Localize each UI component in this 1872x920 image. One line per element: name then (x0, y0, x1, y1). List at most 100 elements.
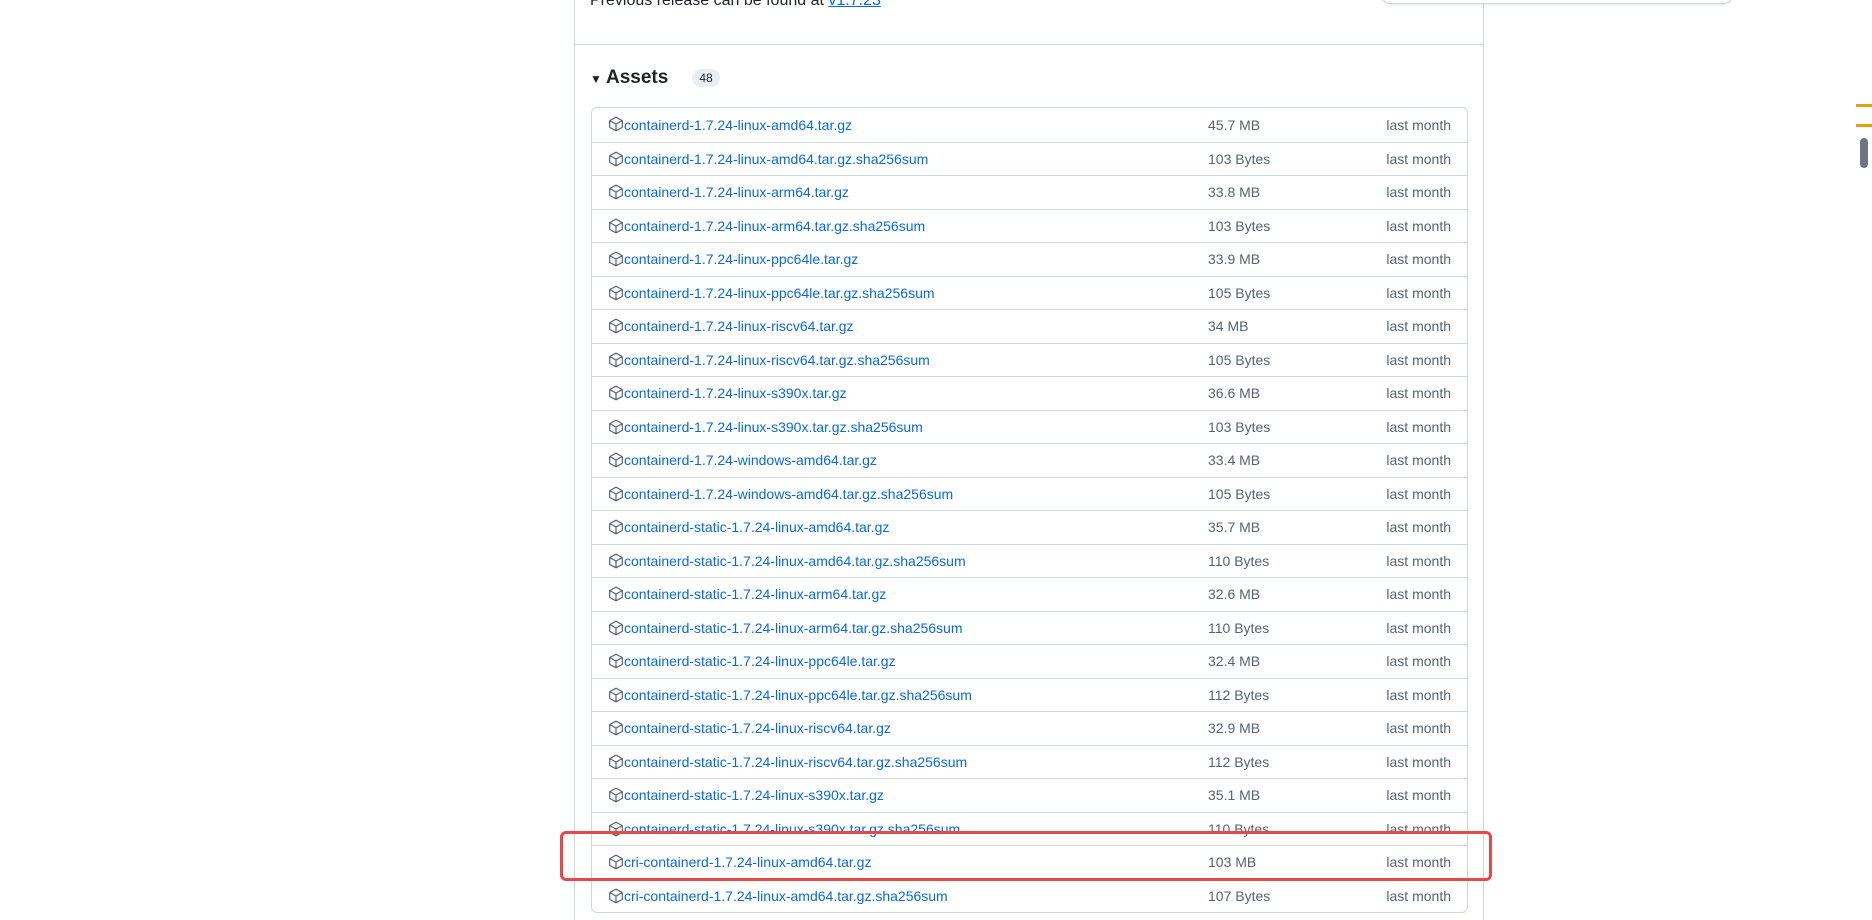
asset-size: 36.6 MB (1208, 385, 1261, 402)
asset-size: 103 Bytes (1208, 217, 1271, 234)
asset-row: containerd-static-1.7.24-linux-ppc64le.t… (592, 644, 1467, 678)
asset-download-link[interactable]: containerd-1.7.24-linux-amd64.tar.gz (624, 117, 852, 133)
asset-row: cri-containerd-1.7.24-linux-amd64.tar.gz… (592, 878, 1467, 913)
asset-updated-time: last month (1386, 452, 1451, 469)
asset-download-link[interactable]: containerd-static-1.7.24-linux-s390x.tar… (624, 821, 960, 837)
asset-updated-time: last month (1386, 150, 1451, 167)
asset-updated-time: last month (1386, 887, 1451, 904)
asset-download-link[interactable]: containerd-1.7.24-linux-arm64.tar.gz (624, 184, 849, 200)
asset-updated-time: last month (1386, 318, 1451, 335)
package-icon (608, 452, 624, 468)
asset-download-link[interactable]: containerd-1.7.24-linux-ppc64le.tar.gz.s… (624, 285, 935, 301)
asset-size: 34 MB (1208, 318, 1249, 335)
asset-download-link[interactable]: containerd-static-1.7.24-linux-riscv64.t… (624, 754, 967, 770)
page: Previous release can be found at v1.7.23… (0, 0, 1872, 920)
asset-size: 33.4 MB (1208, 452, 1261, 469)
asset-updated-time: last month (1386, 284, 1451, 301)
asset-row: containerd-1.7.24-linux-ppc64le.tar.gz 33… (592, 242, 1467, 276)
asset-download-link[interactable]: containerd-static-1.7.24-linux-ppc64le.t… (624, 687, 972, 703)
asset-updated-time: last month (1386, 485, 1451, 502)
asset-row: containerd-1.7.24-linux-riscv64.tar.gz 34… (592, 309, 1467, 343)
package-icon (608, 116, 624, 132)
asset-download-link[interactable]: containerd-static-1.7.24-linux-arm64.tar… (624, 586, 886, 602)
asset-download-link[interactable]: containerd-1.7.24-linux-s390x.tar.gz (624, 385, 847, 401)
asset-updated-time: last month (1386, 686, 1451, 703)
package-icon (608, 285, 624, 301)
package-icon (608, 586, 624, 602)
asset-updated-time: last month (1386, 116, 1451, 133)
asset-download-link[interactable]: containerd-static-1.7.24-linux-amd64.tar… (624, 553, 966, 569)
asset-download-link[interactable]: cri-containerd-1.7.24-linux-amd64.tar.gz (624, 854, 871, 870)
asset-download-link[interactable]: containerd-static-1.7.24-linux-amd64.tar… (624, 519, 889, 535)
asset-row: containerd-1.7.24-windows-amd64.tar.gz 33… (592, 443, 1467, 477)
asset-updated-time: last month (1386, 217, 1451, 234)
previous-release-note: Previous release can be found at v1.7.23 (590, 0, 881, 10)
previous-release-text: Previous release can be found at (590, 0, 829, 9)
asset-updated-time: last month (1386, 619, 1451, 636)
package-icon (608, 151, 624, 167)
package-icon (608, 821, 624, 837)
asset-download-link[interactable]: containerd-1.7.24-linux-amd64.tar.gz.sha… (624, 151, 928, 167)
scroll-marker (1856, 104, 1872, 107)
asset-row: containerd-1.7.24-linux-amd64.tar.gz 45.7… (592, 108, 1467, 142)
asset-size: 35.7 MB (1208, 519, 1261, 536)
asset-row: containerd-1.7.24-linux-arm64.tar.gz.sha… (592, 208, 1467, 243)
asset-download-link[interactable]: cri-containerd-1.7.24-linux-amd64.tar.gz… (624, 888, 948, 904)
package-icon (608, 486, 624, 502)
asset-size: 105 Bytes (1208, 284, 1271, 301)
asset-size: 105 Bytes (1208, 351, 1271, 368)
asset-download-link[interactable]: containerd-static-1.7.24-linux-riscv64.t… (624, 720, 891, 736)
asset-updated-time: last month (1386, 519, 1451, 536)
asset-size: 112 Bytes (1208, 686, 1270, 703)
asset-updated-time: last month (1386, 351, 1451, 368)
asset-row: containerd-static-1.7.24-linux-s390x.tar… (592, 778, 1467, 812)
asset-download-link[interactable]: containerd-1.7.24-linux-s390x.tar.gz.sha… (624, 419, 923, 435)
asset-list: containerd-1.7.24-linux-amd64.tar.gz 45.7… (591, 107, 1468, 913)
asset-download-link[interactable]: containerd-1.7.24-windows-amd64.tar.gz (624, 452, 877, 468)
package-icon (608, 184, 624, 200)
asset-row: containerd-static-1.7.24-linux-s390x.tar… (592, 811, 1467, 846)
assets-summary-toggle[interactable]: ▼ Assets 48 (590, 64, 720, 92)
asset-updated-time: last month (1386, 184, 1451, 201)
assets-title: Assets (606, 67, 669, 88)
asset-download-link[interactable]: containerd-1.7.24-linux-ppc64le.tar.gz (624, 251, 858, 267)
asset-download-link[interactable]: containerd-static-1.7.24-linux-s390x.tar… (624, 787, 884, 803)
asset-row: containerd-static-1.7.24-linux-riscv64.t… (592, 744, 1467, 779)
asset-size: 110 Bytes (1208, 820, 1270, 837)
asset-row: containerd-1.7.24-linux-s390x.tar.gz 36.6… (592, 376, 1467, 410)
asset-updated-time: last month (1386, 418, 1451, 435)
asset-row: containerd-1.7.24-linux-ppc64le.tar.gz.s… (592, 275, 1467, 310)
previous-release-link[interactable]: v1.7.23 (828, 0, 880, 9)
asset-download-link[interactable]: containerd-static-1.7.24-linux-arm64.tar… (624, 620, 963, 636)
asset-download-link[interactable]: containerd-static-1.7.24-linux-ppc64le.t… (624, 653, 896, 669)
asset-size: 107 Bytes (1208, 887, 1271, 904)
package-icon (608, 787, 624, 803)
asset-row: containerd-static-1.7.24-linux-amd64.tar… (592, 510, 1467, 544)
section-divider (575, 44, 1483, 45)
scrollbar-thumb[interactable] (1860, 138, 1868, 168)
asset-download-link[interactable]: containerd-1.7.24-linux-riscv64.tar.gz.s… (624, 352, 930, 368)
asset-updated-time: last month (1386, 552, 1451, 569)
asset-updated-time: last month (1386, 720, 1451, 737)
asset-size: 33.8 MB (1208, 184, 1261, 201)
package-icon (608, 687, 624, 703)
package-icon (608, 553, 624, 569)
assets-count-badge: 48 (692, 69, 720, 87)
asset-row: containerd-static-1.7.24-linux-arm64.tar… (592, 610, 1467, 645)
asset-size: 103 Bytes (1208, 150, 1271, 167)
asset-download-link[interactable]: containerd-1.7.24-linux-riscv64.tar.gz (624, 318, 854, 334)
asset-size: 32.9 MB (1208, 720, 1261, 737)
asset-row: containerd-1.7.24-linux-amd64.tar.gz.sha… (592, 141, 1467, 176)
asset-row: containerd-static-1.7.24-linux-arm64.tar… (592, 577, 1467, 611)
asset-download-link[interactable]: containerd-1.7.24-windows-amd64.tar.gz.s… (624, 486, 953, 502)
package-icon (608, 352, 624, 368)
asset-row: cri-containerd-1.7.24-linux-amd64.tar.gz… (592, 845, 1467, 879)
triangle-down-icon: ▼ (590, 72, 602, 86)
asset-updated-time: last month (1386, 653, 1451, 670)
asset-download-link[interactable]: containerd-1.7.24-linux-arm64.tar.gz.sha… (624, 218, 925, 234)
package-icon (608, 218, 624, 234)
asset-row: containerd-static-1.7.24-linux-ppc64le.t… (592, 677, 1467, 712)
package-icon (608, 620, 624, 636)
asset-updated-time: last month (1386, 385, 1451, 402)
scrollbar[interactable] (1856, 0, 1872, 920)
